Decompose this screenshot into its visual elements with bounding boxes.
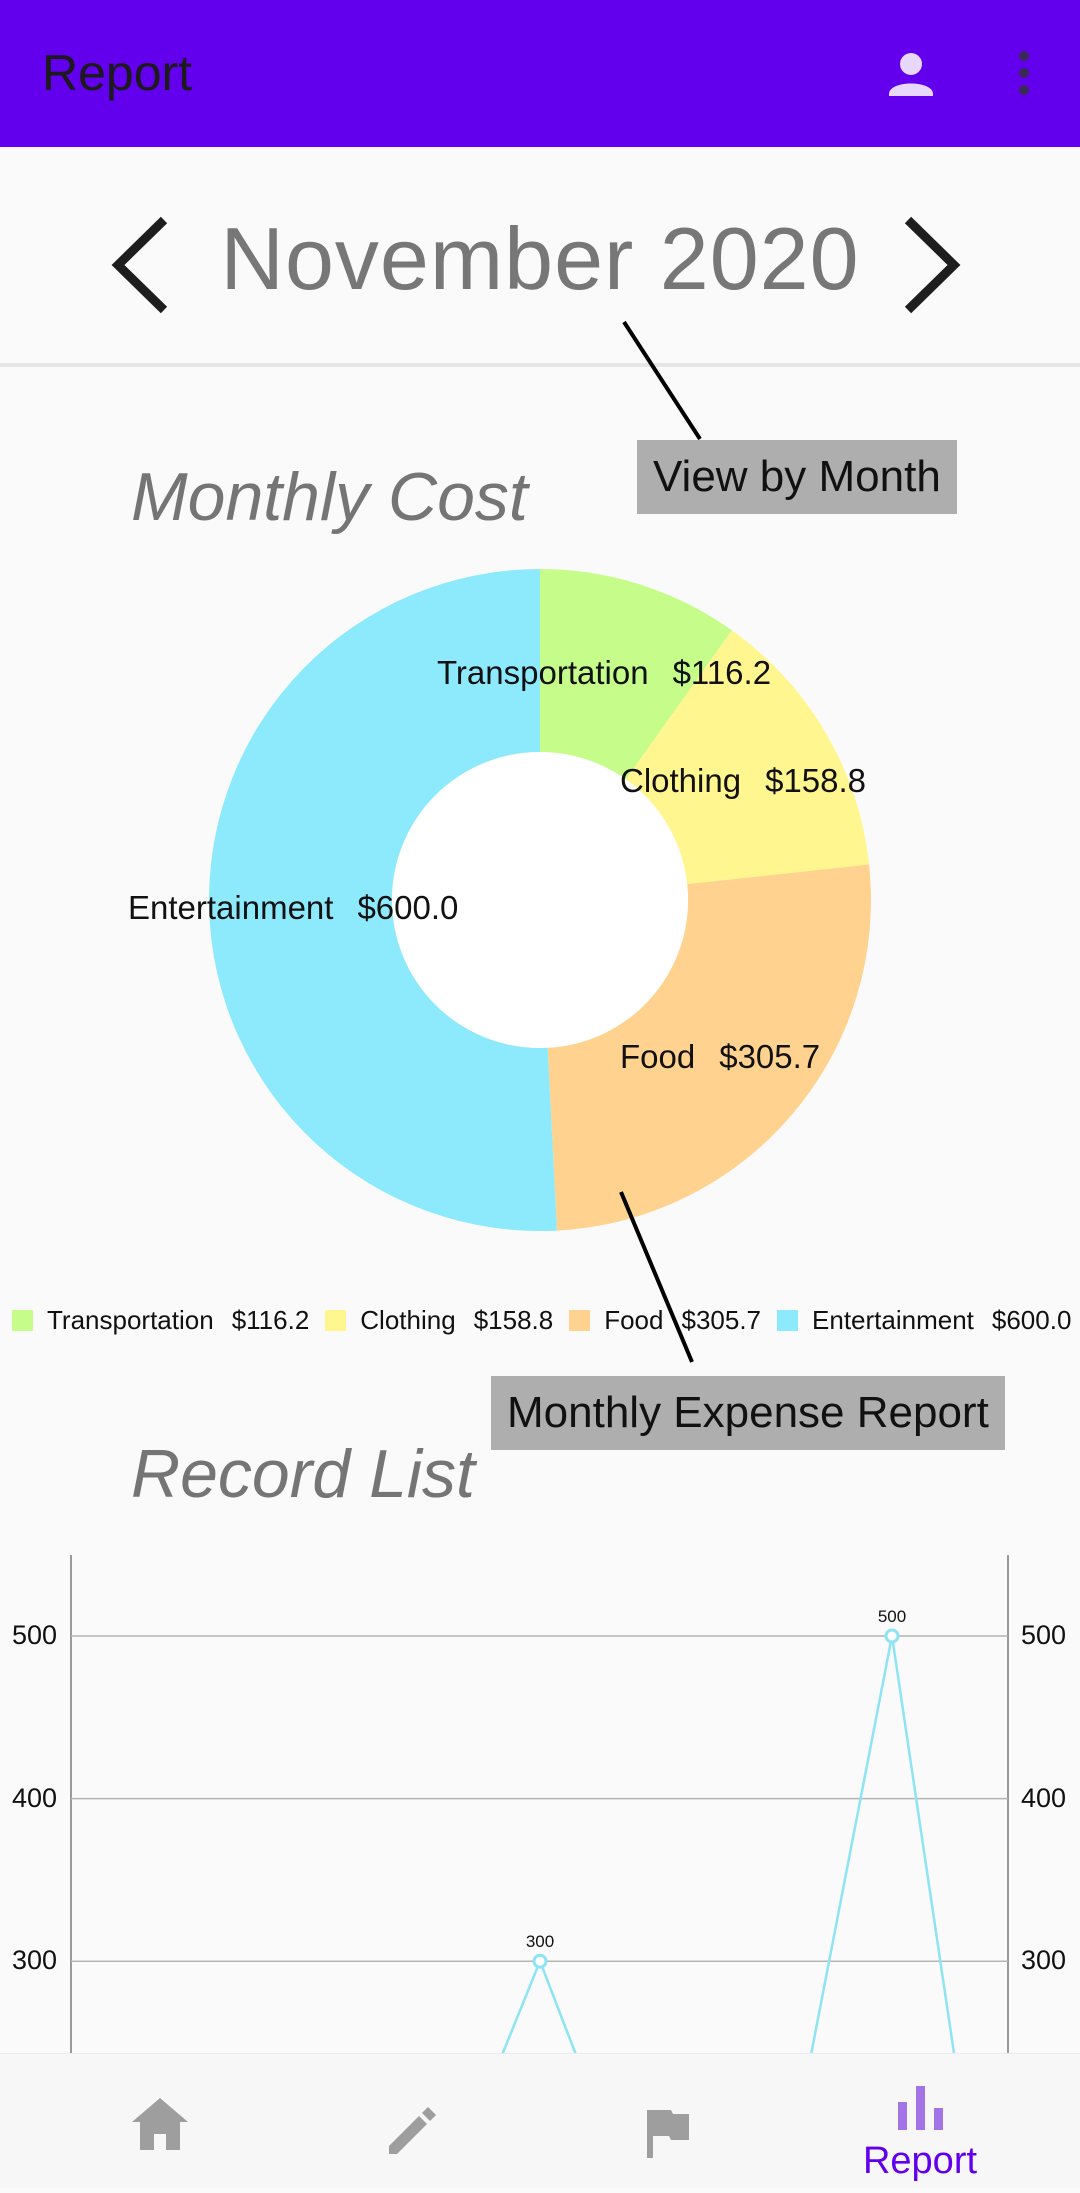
nav-item-home[interactable]	[70, 2054, 250, 2188]
record-list-line-chart: 300 500	[70, 1555, 1009, 2061]
nav-item-flag[interactable]	[577, 2054, 757, 2188]
y-axis-left-tick: 500	[12, 1620, 58, 1650]
data-label: 300	[526, 1932, 554, 1951]
bottom-navigation: Report	[0, 2053, 1080, 2188]
pencil-icon	[389, 2107, 436, 2154]
y-axis-left-tick: 300	[12, 1945, 58, 1975]
series-line	[808, 1635, 957, 2061]
y-axis-left-tick: 400	[12, 1783, 58, 1813]
bar-chart-icon	[898, 2086, 943, 2130]
nav-item-edit[interactable]	[323, 2054, 503, 2188]
home-icon	[132, 2098, 188, 2150]
series-line	[498, 1957, 580, 2061]
nav-item-report[interactable]: Report	[830, 2054, 1010, 2188]
data-label: 500	[878, 1607, 906, 1626]
nav-label-report: Report	[862, 2140, 978, 2182]
y-axis-right-tick: 400	[1021, 1783, 1067, 1813]
y-axis-right-tick: 500	[1021, 1620, 1067, 1650]
data-point	[884, 1628, 900, 1644]
data-point	[532, 1953, 548, 1969]
flag-icon	[647, 2110, 689, 2158]
y-axis-right-tick: 300	[1021, 1945, 1067, 1975]
